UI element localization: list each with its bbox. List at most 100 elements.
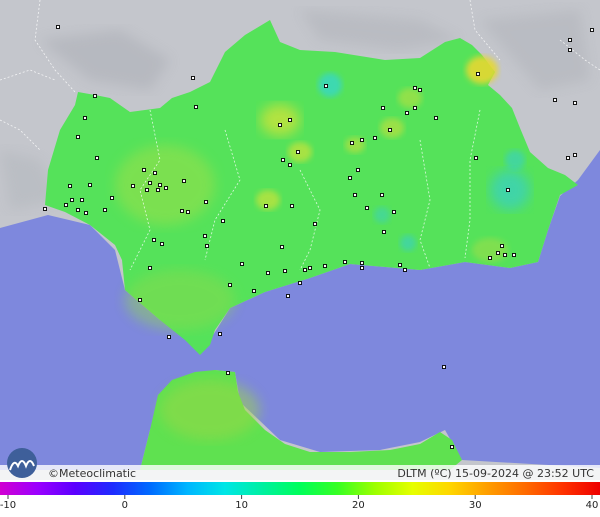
- station-marker: [110, 196, 114, 200]
- station-marker: [303, 268, 307, 272]
- station-marker: [403, 268, 407, 272]
- station-marker: [221, 219, 225, 223]
- station-marker: [142, 168, 146, 172]
- station-marker: [434, 116, 438, 120]
- station-marker: [290, 204, 294, 208]
- station-marker: [182, 179, 186, 183]
- station-marker: [131, 184, 135, 188]
- station-marker: [296, 150, 300, 154]
- station-marker: [553, 98, 557, 102]
- station-marker: [70, 198, 74, 202]
- station-marker: [506, 188, 510, 192]
- legend-tick-label: 20: [352, 500, 365, 511]
- station-marker: [590, 28, 594, 32]
- station-marker: [380, 193, 384, 197]
- station-marker: [164, 186, 168, 190]
- station-marker: [474, 156, 478, 160]
- station-marker: [353, 193, 357, 197]
- station-marker: [381, 106, 385, 110]
- station-marker: [152, 238, 156, 242]
- station-marker: [313, 222, 317, 226]
- station-marker: [160, 242, 164, 246]
- station-marker: [84, 211, 88, 215]
- station-marker: [278, 123, 282, 127]
- station-marker: [324, 84, 328, 88]
- station-marker: [218, 332, 222, 336]
- station-marker: [476, 72, 480, 76]
- station-marker: [68, 184, 72, 188]
- station-marker: [240, 262, 244, 266]
- station-marker: [148, 266, 152, 270]
- station-marker: [281, 158, 285, 162]
- station-marker: [323, 264, 327, 268]
- station-marker: [194, 105, 198, 109]
- station-marker: [488, 256, 492, 260]
- meteoclimatic-logo-icon: [7, 448, 37, 478]
- station-marker: [138, 298, 142, 302]
- station-marker: [343, 260, 347, 264]
- station-marker: [88, 183, 92, 187]
- station-marker: [228, 283, 232, 287]
- legend-tick-label: -10: [0, 500, 16, 511]
- station-marker: [103, 208, 107, 212]
- station-marker: [186, 210, 190, 214]
- station-marker: [95, 156, 99, 160]
- station-marker: [204, 200, 208, 204]
- station-marker: [283, 269, 287, 273]
- station-marker: [153, 171, 157, 175]
- station-marker: [360, 261, 364, 265]
- station-marker: [266, 271, 270, 275]
- station-marker: [80, 198, 84, 202]
- station-marker: [573, 153, 577, 157]
- station-marker: [191, 76, 195, 80]
- station-marker: [413, 86, 417, 90]
- station-marker: [503, 253, 507, 257]
- station-marker: [167, 335, 171, 339]
- station-marker: [373, 136, 377, 140]
- station-marker: [298, 281, 302, 285]
- station-marker: [226, 371, 230, 375]
- legend-tick-label: 0: [122, 500, 128, 511]
- station-marker: [43, 207, 47, 211]
- station-marker: [413, 106, 417, 110]
- legend-tick-label: 30: [469, 500, 482, 511]
- station-marker: [288, 118, 292, 122]
- station-marker: [145, 188, 149, 192]
- station-marker: [252, 289, 256, 293]
- station-marker: [512, 253, 516, 257]
- map-caption: DLTM (ºC) 15-09-2024 @ 23:52 UTC: [397, 467, 594, 480]
- station-marker: [350, 141, 354, 145]
- station-marker: [418, 88, 422, 92]
- copyright-symbol: ©: [48, 467, 59, 480]
- station-marker: [398, 263, 402, 267]
- station-marker: [500, 244, 504, 248]
- station-marker: [360, 138, 364, 142]
- temperature-map: © Meteoclimatic DLTM (ºC) 15-09-2024 @ 2…: [0, 0, 600, 517]
- station-marker: [450, 445, 454, 449]
- station-marker: [496, 251, 500, 255]
- station-marker: [83, 116, 87, 120]
- legend-ticks-background: [0, 495, 600, 517]
- station-marker: [566, 156, 570, 160]
- station-marker: [388, 128, 392, 132]
- station-marker: [286, 294, 290, 298]
- station-marker: [442, 365, 446, 369]
- station-marker: [308, 266, 312, 270]
- station-marker: [568, 48, 572, 52]
- station-marker: [360, 266, 364, 270]
- station-marker: [64, 203, 68, 207]
- legend-tick-label: 40: [586, 500, 599, 511]
- station-marker: [56, 25, 60, 29]
- station-marker: [158, 183, 162, 187]
- station-marker: [382, 230, 386, 234]
- station-marker: [288, 163, 292, 167]
- legend-colorbar: [0, 482, 600, 495]
- station-marker: [264, 204, 268, 208]
- station-marker: [156, 188, 160, 192]
- station-marker: [180, 209, 184, 213]
- station-marker: [93, 94, 97, 98]
- station-marker: [356, 168, 360, 172]
- station-marker: [365, 206, 369, 210]
- station-marker: [76, 208, 80, 212]
- station-marker: [280, 245, 284, 249]
